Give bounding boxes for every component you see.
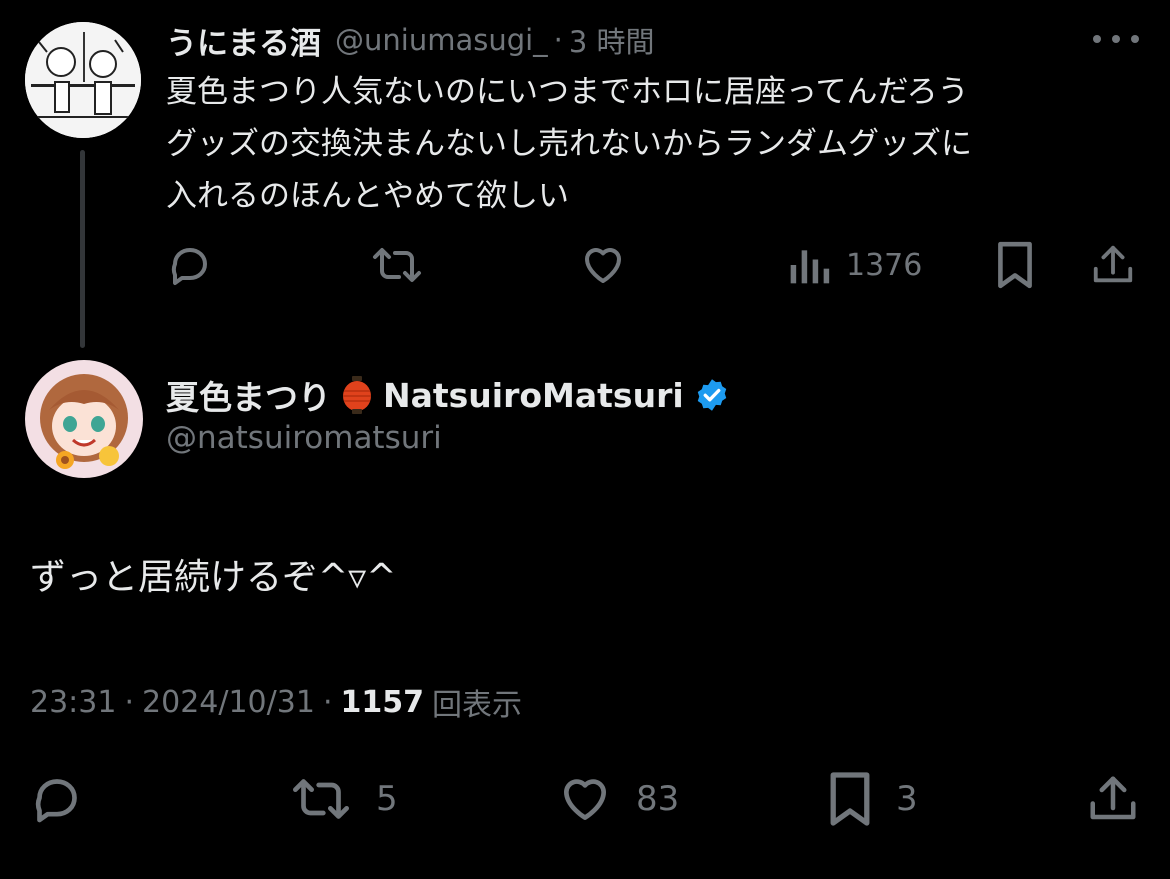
parent-timestamp[interactable]: 3 時間 <box>569 19 655 61</box>
views-button[interactable]: 1376 <box>788 238 922 292</box>
tweet-meta: 23:31 · 2024/10/31 · 1157 回表示 <box>30 680 522 724</box>
parent-display-name[interactable]: うにまる酒 <box>166 18 321 63</box>
meta-separator: · <box>124 684 135 720</box>
parent-handle[interactable]: @uniumasugi_ <box>335 23 548 57</box>
tweet-date[interactable]: 2024/10/31 <box>142 685 315 720</box>
views-label: 回表示 <box>431 688 522 723</box>
repost-button[interactable]: 5 <box>288 764 398 834</box>
main-display-name-en[interactable]: NatsuiroMatsuri <box>383 376 684 415</box>
repost-icon <box>373 248 421 282</box>
share-button[interactable] <box>1086 764 1140 834</box>
main-avatar[interactable] <box>25 360 143 478</box>
heart-icon <box>564 779 606 820</box>
repost-button[interactable] <box>370 238 424 292</box>
reply-button[interactable] <box>28 764 86 834</box>
main-display-name[interactable]: 夏色まつり <box>166 371 331 419</box>
reply-icon <box>35 779 77 823</box>
views-chart-icon <box>790 250 830 284</box>
reply-icon <box>171 248 207 285</box>
thread-connector-line <box>80 150 85 348</box>
bookmark-button[interactable]: 3 <box>826 764 918 834</box>
lantern-emoji-icon <box>341 375 373 415</box>
heart-icon <box>585 248 621 283</box>
parent-avatar[interactable] <box>25 22 141 138</box>
repost-icon <box>293 779 349 819</box>
share-icon <box>1090 776 1136 820</box>
main-handle[interactable]: @natsuiromatsuri <box>166 420 442 456</box>
like-button[interactable] <box>578 238 628 292</box>
bookmark-button[interactable] <box>994 238 1036 292</box>
like-count: 83 <box>636 779 680 819</box>
tweet-text-line: 入れるのほんとやめて欲しい <box>166 178 569 214</box>
parent-tweet-text: 夏色まつり人気ないのにいつまでホロに居座ってんだろう グッズの交換決まんないし売… <box>166 66 1126 222</box>
tweet-time[interactable]: 23:31 <box>30 685 116 720</box>
tweet-text-line: グッズの交換決まんないし売れないからランダムグッズに <box>166 126 972 162</box>
bookmark-count: 3 <box>896 779 918 819</box>
views-count: 1376 <box>846 247 923 283</box>
parent-tweet-header: うにまる酒 @uniumasugi_ · 3 時間 <box>166 18 655 62</box>
share-button[interactable] <box>1090 238 1136 292</box>
like-button[interactable]: 83 <box>556 764 679 834</box>
header-separator: · <box>553 23 563 57</box>
main-name-row: 夏色まつり NatsuiroMatsuri <box>166 368 730 422</box>
repost-count: 5 <box>376 779 398 819</box>
tweet-text-line: 夏色まつり人気ないのにいつまでホロに居座ってんだろう <box>166 74 969 110</box>
share-icon <box>1093 245 1133 283</box>
more-options-icon[interactable] <box>1093 24 1139 54</box>
verified-badge-icon[interactable] <box>694 377 730 413</box>
reply-button[interactable] <box>166 238 214 292</box>
views-count: 1157 <box>340 684 424 720</box>
bookmark-icon <box>830 772 870 826</box>
main-tweet-text: ずっと居続けるぞ^▿^ <box>30 557 397 598</box>
bookmark-icon <box>998 241 1032 289</box>
meta-separator: · <box>322 684 333 720</box>
